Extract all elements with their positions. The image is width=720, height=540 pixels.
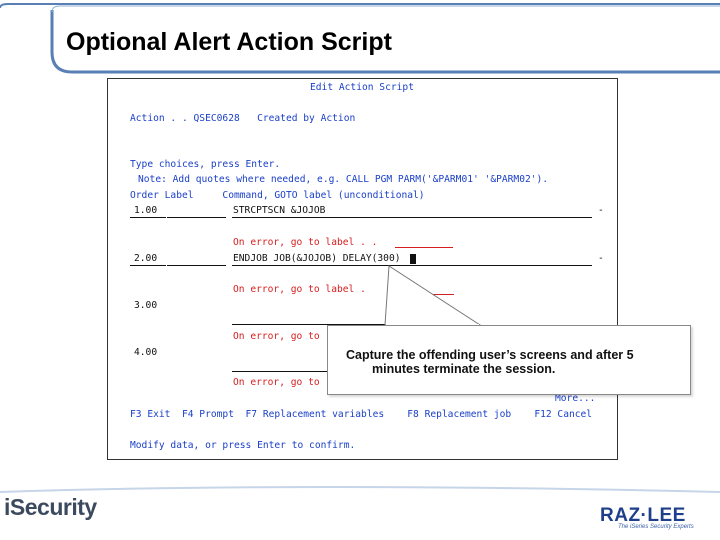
callout-box: Capture the offending user’s screens and… <box>327 325 691 395</box>
order-field-underline <box>130 217 166 218</box>
row-order: 1.00 <box>134 205 158 216</box>
command-field[interactable]: STRCPTSCN &JOJOB <box>233 205 325 216</box>
column-headers: Order Label Command, GOTO label (uncondi… <box>130 190 425 201</box>
command-field-underline <box>232 265 592 266</box>
function-keys[interactable]: F3 Exit F4 Prompt F7 Replacement variabl… <box>130 409 592 420</box>
text-cursor <box>410 254 416 264</box>
command-field-underline <box>232 217 592 218</box>
command-field-underline[interactable] <box>232 371 332 372</box>
callout-line-1: Capture the offending user’s screens and… <box>346 348 634 362</box>
note-text: Note: Add quotes where needed, e.g. CALL… <box>138 174 549 185</box>
label-field[interactable] <box>167 265 226 266</box>
row-order: 4.00 <box>134 347 158 358</box>
on-error-label: On error, go to <box>233 377 320 388</box>
continuation-mark: - <box>598 253 604 264</box>
continuation-mark: - <box>598 205 604 216</box>
confirm-prompt: Modify data, or press Enter to confirm. <box>130 440 356 451</box>
razlee-tagline: The iSeries Security Experts <box>618 524 694 530</box>
on-error-label: On error, go to label . <box>233 284 366 295</box>
order-field-underline <box>130 265 166 266</box>
on-error-field[interactable] <box>420 294 454 295</box>
screen-header: Edit Action Script <box>310 82 414 93</box>
terminal-screen: Edit Action Script Action . . QSEC0628 C… <box>107 78 618 460</box>
title-bar: Optional Alert Action Script <box>0 0 720 78</box>
row-order: 2.00 <box>134 253 158 264</box>
row-order: 3.00 <box>134 300 158 311</box>
on-error-field[interactable] <box>395 247 453 248</box>
on-error-label: On error, go to <box>233 331 320 342</box>
command-field[interactable]: ENDJOB JOB(&JOJOB) DELAY(300) <box>233 253 401 264</box>
callout-line-2: minutes terminate the session. <box>372 362 556 376</box>
label-field[interactable] <box>167 217 226 218</box>
slide-title: Optional Alert Action Script <box>66 28 392 56</box>
isecurity-logo: iSecurity <box>4 494 97 520</box>
on-error-label: On error, go to label . . <box>233 237 378 248</box>
type-choices-text: Type choices, press Enter. <box>130 159 281 170</box>
callout-text: Capture the offending user’s screens and… <box>346 348 681 376</box>
action-line: Action . . QSEC0628 Created by Action <box>130 113 356 124</box>
